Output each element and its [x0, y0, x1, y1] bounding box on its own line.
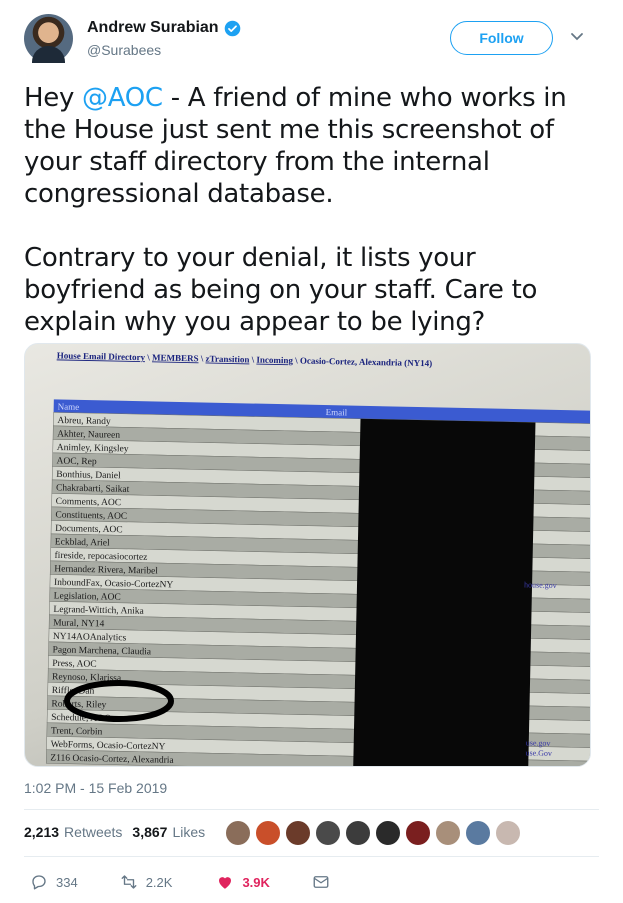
mention-link[interactable]: @AOC — [82, 83, 163, 113]
email-fragment: house.gov — [524, 580, 557, 590]
author-name-row: Andrew Surabian — [87, 19, 241, 37]
like-button[interactable]: 3.9K — [216, 873, 270, 891]
email-fragment: use.gov — [526, 738, 551, 748]
directory-row-name: Trent, Corbin — [51, 726, 103, 737]
directory-row-name: Abreu, Randy — [57, 416, 111, 427]
likes-stat[interactable]: 3,867 Likes — [132, 824, 205, 840]
tweet-actions: 334 2.2K 3.9K — [30, 870, 330, 894]
tweet-header: Andrew Surabian @Surabees Follow — [24, 14, 599, 68]
verified-badge-icon — [224, 20, 240, 36]
tweet-media-photo[interactable]: House Email Directory \ MEMBERS \ zTrans… — [24, 343, 591, 767]
author-handle[interactable]: @Surabees — [87, 42, 161, 58]
email-fragment: use.Gov — [525, 748, 552, 758]
directory-row-name: Press, AOC — [52, 659, 97, 670]
liker-avatar[interactable] — [404, 819, 432, 847]
directory-row-name: fireside, repocasiocortez — [54, 550, 147, 563]
directory-row-name: Legislation, AOC — [54, 591, 121, 602]
directory-row-name: Bonthius, Daniel — [56, 470, 121, 481]
author-avatar[interactable] — [24, 14, 73, 63]
tweet-text: Hey @AOC - A friend of mine who works in… — [24, 82, 599, 338]
directory-row-name: Documents, AOC — [55, 524, 123, 535]
tweet-text-body: - A friend of mine who works in the Hous… — [24, 83, 567, 337]
chevron-down-icon[interactable] — [570, 32, 584, 42]
liker-avatar[interactable] — [374, 819, 402, 847]
retweets-count: 2,213 — [24, 824, 60, 840]
engagement-stats: 2,213 Retweets 3,867 Likes — [24, 824, 205, 840]
directory-row-name: Z116 Ocasio-Cortez, Alexandria — [50, 753, 174, 766]
directory-screenshot: House Email Directory \ MEMBERS \ zTrans… — [45, 350, 590, 766]
directory-row-name: Akhter, Naureen — [57, 429, 120, 440]
liker-avatar[interactable] — [464, 819, 492, 847]
directory-row-name: NY14AOAnalytics — [53, 632, 127, 644]
column-name-header: Name — [58, 401, 80, 411]
retweet-count: 2.2K — [145, 874, 173, 890]
divider — [24, 809, 599, 810]
directory-row-name: Comments, AOC — [56, 497, 122, 508]
like-count: 3.9K — [242, 874, 270, 890]
breadcrumb-link: zTransition — [206, 354, 250, 365]
retweets-label: Retweets — [64, 824, 123, 840]
direct-message-button[interactable] — [312, 873, 330, 891]
heart-icon — [219, 877, 232, 889]
reply-button[interactable]: 334 — [30, 873, 78, 891]
directory-row-name: Chakrabarti, Saikat — [56, 483, 130, 495]
envelope-icon — [313, 876, 329, 888]
retweet-icon — [121, 875, 137, 889]
breadcrumb-path: House Email Directory \ MEMBERS \ zTrans… — [57, 350, 433, 368]
reply-count: 334 — [56, 874, 78, 890]
breadcrumb-link: MEMBERS — [152, 352, 199, 363]
likes-count: 3,867 — [132, 824, 168, 840]
directory-row-name: Mural, NY14 — [53, 618, 105, 629]
breadcrumb-current: Ocasio-Cortez, Alexandria (NY14) — [300, 356, 432, 369]
directory-row-name: Animley, Kingsley — [57, 443, 129, 455]
tweet-text-prefix: Hey — [24, 83, 82, 113]
liker-avatar[interactable] — [494, 819, 522, 847]
liker-avatar[interactable] — [254, 819, 282, 847]
retweets-stat[interactable]: 2,213 Retweets — [24, 824, 122, 840]
column-email-header: Email — [326, 407, 348, 417]
liker-avatar[interactable] — [284, 819, 312, 847]
divider — [24, 856, 599, 857]
directory-row-name: Roberts, Riley — [51, 699, 106, 710]
redaction-block — [353, 418, 536, 766]
author-display-name[interactable]: Andrew Surabian — [87, 19, 219, 37]
liker-avatar[interactable] — [344, 819, 372, 847]
liker-avatar[interactable] — [314, 819, 342, 847]
breadcrumb-link: Incoming — [256, 355, 293, 366]
liker-avatar[interactable] — [224, 819, 252, 847]
reply-icon — [32, 875, 46, 890]
liker-avatar[interactable] — [434, 819, 462, 847]
directory-row-name: AOC, Rep — [56, 456, 97, 467]
retweet-button[interactable]: 2.2K — [120, 873, 173, 891]
liker-avatars[interactable] — [224, 819, 522, 847]
follow-button[interactable]: Follow — [450, 21, 553, 55]
directory-row-name: Constituents, AOC — [55, 510, 127, 522]
likes-label: Likes — [172, 824, 206, 840]
tweet-timestamp[interactable]: 1:02 PM - 15 Feb 2019 — [24, 780, 167, 796]
breadcrumb-link: House Email Directory — [57, 350, 146, 362]
directory-row-name: Eckblad, Ariel — [55, 537, 110, 548]
